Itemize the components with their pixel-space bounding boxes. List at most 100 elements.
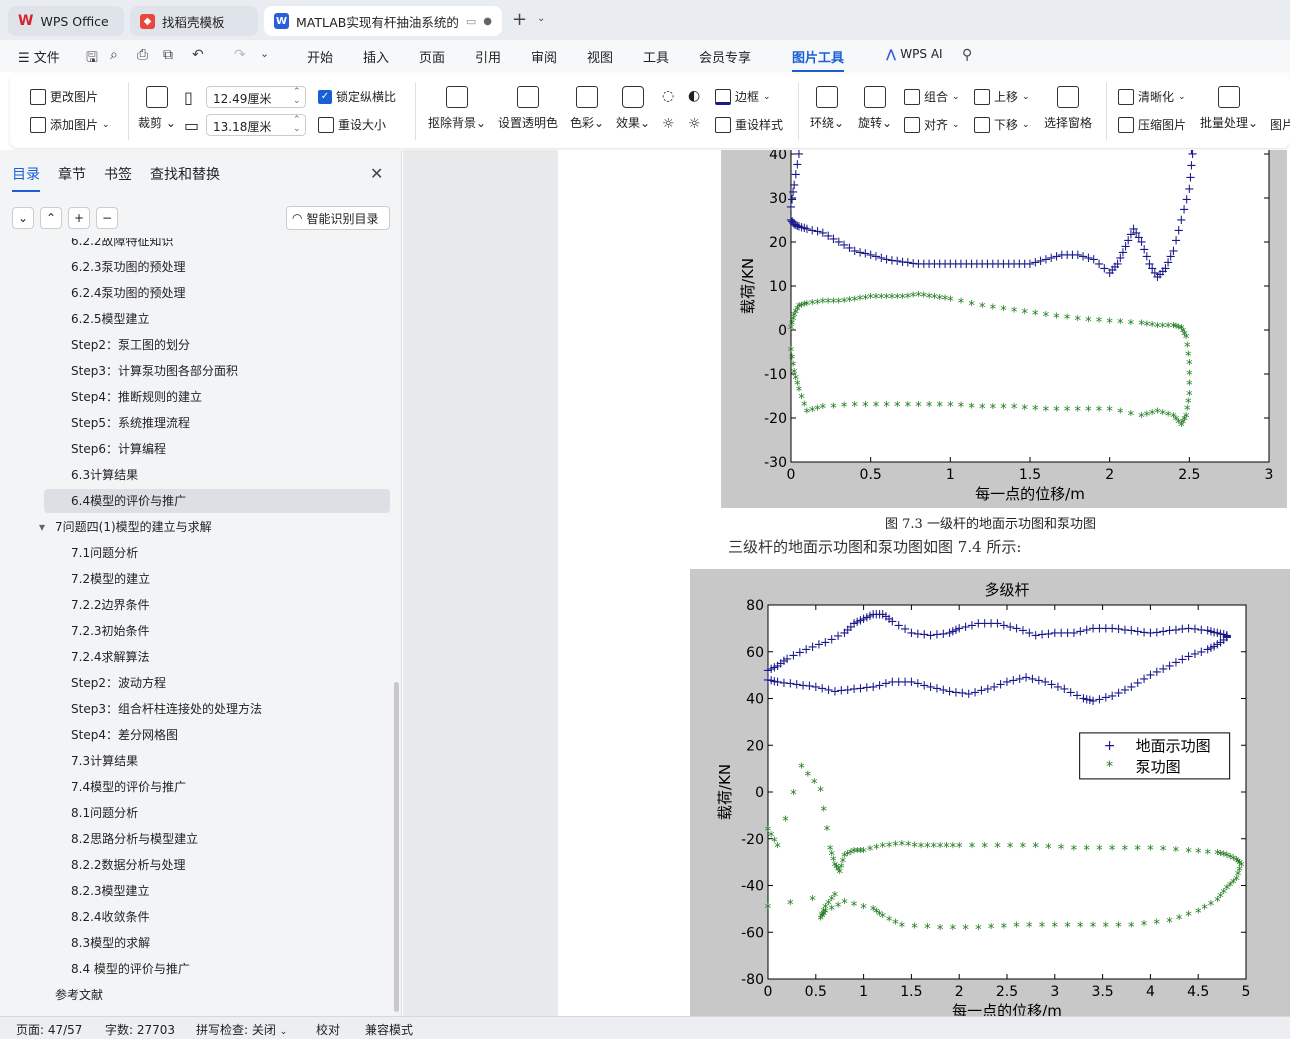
contrast-down-icon[interactable]: ☼ <box>688 116 701 132</box>
tab-find-replace[interactable]: 查找和替换 <box>150 164 220 184</box>
toc-item[interactable]: 8.4 模型的评价与推广 <box>71 957 190 981</box>
border-button[interactable]: 边框 ⌄ <box>715 88 771 105</box>
toc-item[interactable]: Step4：差分网格图 <box>71 723 178 747</box>
print-preview-icon[interactable]: ⧉ <box>163 47 173 63</box>
toc-item[interactable]: Step5：系统推理流程 <box>71 411 190 435</box>
batch-process-button[interactable]: 批量处理⌄ <box>1200 86 1258 131</box>
print-icon[interactable]: ⎙ <box>137 47 148 63</box>
toc-item[interactable]: 6.4模型的评价与推广 <box>44 489 390 513</box>
tab-wps-office[interactable]: W WPS Office <box>8 6 124 36</box>
add-picture-button[interactable]: 添加图片 ⌄ <box>30 116 110 133</box>
toc-item[interactable]: 7.4模型的评价与推广 <box>71 775 186 799</box>
tab-list-chevron-icon[interactable]: ⌄ <box>537 13 545 24</box>
undo-icon[interactable]: ↶ <box>192 47 204 63</box>
move-down-button[interactable]: 下移 ⌄ <box>974 116 1030 133</box>
pen-icon[interactable]: ⌕ <box>110 47 118 63</box>
add-heading-button[interactable]: + <box>68 207 90 229</box>
toc-item[interactable]: 6.2.5模型建立 <box>71 307 150 331</box>
toc-item[interactable]: 8.2.3模型建立 <box>71 879 150 903</box>
unsaved-dot-icon[interactable]: ● <box>483 16 492 27</box>
save-icon[interactable]: 🖫 <box>86 47 98 71</box>
reset-style-button[interactable]: 重设样式 <box>715 116 783 133</box>
collapse-up-button[interactable]: ⌃ <box>40 207 62 229</box>
set-transparent-button[interactable]: 设置透明色 <box>498 86 558 131</box>
tab-chapters[interactable]: 章节 <box>58 164 86 184</box>
toc-item[interactable]: 7.1问题分析 <box>71 541 138 565</box>
toc-item[interactable]: 8.3模型的求解 <box>71 931 150 955</box>
height-input[interactable]: 13.18厘米 <box>206 114 306 136</box>
move-up-button[interactable]: 上移 ⌄ <box>974 88 1030 105</box>
figure-multi-rod[interactable]: 0 0.5 1 1.5 2 2.5 3 3.5 4 4.5 5 80 60 40 20 0 -20 -40 -60 -… <box>690 569 1290 1016</box>
crop-button[interactable]: 裁剪 ⌄ <box>138 86 176 131</box>
brightness-up-icon[interactable]: ◌ <box>662 88 674 104</box>
toc-item[interactable]: Step2：泵工图的划分 <box>71 333 190 357</box>
toc-item[interactable]: 参考文献 <box>55 983 103 1007</box>
toc-item[interactable]: 8.2.2数据分析与处理 <box>71 853 186 877</box>
collapse-down-button[interactable]: ⌄ <box>12 207 34 229</box>
toc-item[interactable]: 7.2.4求解算法 <box>71 645 150 669</box>
toc-item[interactable]: 8.2.4收敛条件 <box>71 905 150 929</box>
word-count[interactable]: 字数: 27703 <box>105 1021 175 1038</box>
search-icon[interactable]: ⚲ <box>962 47 972 63</box>
reset-size-button[interactable]: 重设大小 <box>318 116 386 133</box>
width-input[interactable]: 12.49厘米 <box>206 86 306 108</box>
toc-item[interactable]: Step6：计算编程 <box>71 437 166 461</box>
menu-review[interactable]: 审阅 <box>531 47 557 66</box>
toc-item[interactable]: 6.2.4泵功图的预处理 <box>71 281 186 305</box>
figure-single-rod[interactable]: 00.511.522.5350403020100-10-20-30每一点的位移/… <box>721 150 1287 508</box>
toc-item[interactable]: Step3：计算泵功图各部分面积 <box>71 359 238 383</box>
contrast-up-icon[interactable]: ◐ <box>688 88 700 104</box>
rotate-button[interactable]: 旋转⌄ <box>858 86 892 131</box>
spell-check-status[interactable]: 拼写检查: 关闭 ⌄ <box>196 1021 287 1038</box>
selection-pane-button[interactable]: 选择窗格 <box>1044 86 1092 131</box>
menu-wps-ai[interactable]: ⋀ WPS AI <box>886 47 943 61</box>
effects-button[interactable]: 效果⌄ <box>616 86 650 131</box>
tab-docer-template[interactable]: ◆ 找稻壳模板 <box>130 6 258 36</box>
page-count[interactable]: 页面: 47/57 <box>16 1021 82 1038</box>
toc-item[interactable]: Step2：波动方程 <box>71 671 166 695</box>
tab-document[interactable]: W MATLAB实现有杆抽油系统的 ▭ ● <box>264 6 502 36</box>
color-button[interactable]: 色彩⌄ <box>570 86 604 131</box>
redo-icon[interactable]: ↷ <box>234 47 246 63</box>
expand-caret-icon[interactable]: ▾ <box>39 515 45 539</box>
toc-scrollbar[interactable] <box>394 682 399 1012</box>
menu-view[interactable]: 视图 <box>587 47 613 66</box>
proofread-button[interactable]: 校对 <box>316 1021 340 1038</box>
menu-member[interactable]: 会员专享 <box>699 47 751 66</box>
menu-page[interactable]: 页面 <box>419 47 445 66</box>
align-button[interactable]: 对齐 ⌄ <box>904 116 960 133</box>
toc-item[interactable]: Step3：组合杆柱连接处的处理方法 <box>71 697 262 721</box>
toc-item[interactable]: 7.2.3初始条件 <box>71 619 150 643</box>
menu-references[interactable]: 引用 <box>475 47 501 66</box>
tab-bookmarks[interactable]: 书签 <box>104 164 132 184</box>
toc-item[interactable]: 6.2.2故障特征知识 <box>71 238 174 253</box>
toc-item[interactable]: 6.2.3泵功图的预处理 <box>71 255 186 279</box>
sharpen-button[interactable]: 清晰化 ⌄ <box>1118 88 1186 105</box>
more-picture-button[interactable]: 图片 <box>1270 116 1290 133</box>
toc-item[interactable]: 8.1问题分析 <box>71 801 138 825</box>
new-tab-icon[interactable]: + <box>512 9 527 30</box>
brightness-down-icon[interactable]: ☼ <box>662 116 675 132</box>
group-button[interactable]: 组合 ⌄ <box>904 88 960 105</box>
change-picture-button[interactable]: 更改图片 <box>30 88 98 105</box>
lock-ratio-checkbox[interactable]: ✓ 锁定纵横比 <box>318 88 396 105</box>
close-icon[interactable]: ✕ <box>370 164 383 183</box>
menu-file[interactable]: ☰ 文件 <box>18 47 60 66</box>
toc-item[interactable]: ▾ 7问题四(1)模型的建立与求解 <box>39 515 212 539</box>
toc-item[interactable]: Step4：推断规则的建立 <box>71 385 202 409</box>
menu-tools[interactable]: 工具 <box>643 47 669 66</box>
toc-item[interactable]: 7.2模型的建立 <box>71 567 150 591</box>
tab-toc[interactable]: 目录 <box>12 164 40 192</box>
quick-access-chevron-icon[interactable]: ⌄ <box>260 47 269 60</box>
toc-item[interactable]: 6.3计算结果 <box>71 463 138 487</box>
toc-item[interactable]: 8.2思路分析与模型建立 <box>71 827 198 851</box>
remove-heading-button[interactable]: − <box>96 207 118 229</box>
compress-picture-button[interactable]: 压缩图片 <box>1118 116 1186 133</box>
toc-item[interactable]: 7.3计算结果 <box>71 749 138 773</box>
wrap-button[interactable]: 环绕⌄ <box>810 86 844 131</box>
remove-background-button[interactable]: 抠除背景⌄ <box>428 86 486 131</box>
smart-toc-button[interactable]: ◠ 智能识别目录 <box>286 206 390 230</box>
toc-item[interactable]: 7.2.2边界条件 <box>71 593 150 617</box>
menu-picture-tools[interactable]: 图片工具 <box>792 47 845 72</box>
menu-home[interactable]: 开始 <box>307 47 333 66</box>
